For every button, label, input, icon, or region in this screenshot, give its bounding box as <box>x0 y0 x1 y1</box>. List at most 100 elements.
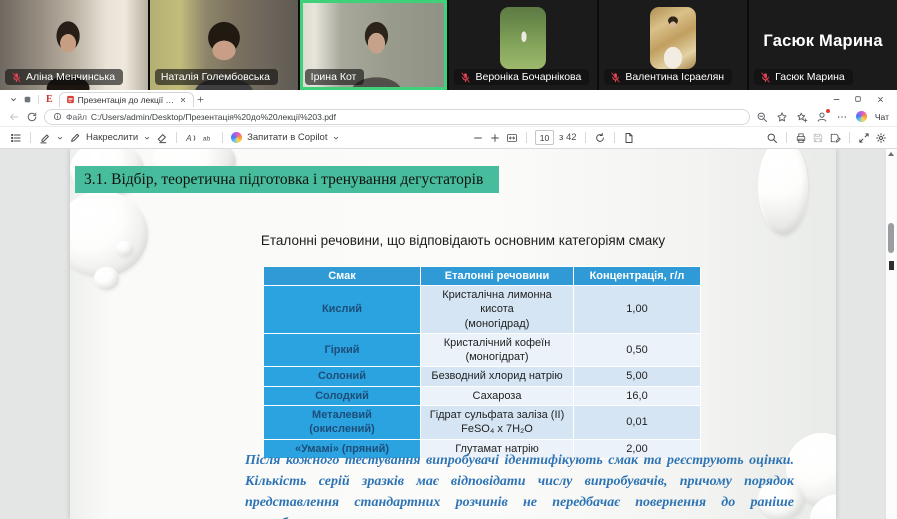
participant-name: Наталія Голембовська <box>160 71 270 83</box>
fullscreen-icon[interactable] <box>858 132 870 144</box>
person-icon <box>816 111 828 123</box>
close-icon <box>876 95 885 104</box>
table-row: Кислий Кристалічна лимонна кисота (моногі… <box>263 285 701 334</box>
page-zoom-icon[interactable] <box>756 111 768 123</box>
draw-button-label[interactable]: Накреслити <box>86 132 138 143</box>
participant-tile[interactable]: Вероніка Бочарнікова <box>449 0 598 90</box>
tab-close-icon[interactable] <box>179 96 187 104</box>
settings-menu-icon[interactable] <box>836 111 848 123</box>
read-aloud-icon[interactable]: A <box>185 132 197 144</box>
page-view-icon[interactable] <box>623 132 635 144</box>
slide-title: 3.1. Відбір, теоретична підготовка і тре… <box>75 166 499 193</box>
scrollbar-marker <box>889 261 894 270</box>
fit-width-icon[interactable] <box>506 132 518 144</box>
table-header-cell: Концентрація, г/л <box>573 266 701 286</box>
table-cell: Сахароза <box>420 385 574 407</box>
participant-name: Валентина Ісраелян <box>625 71 725 83</box>
slide-note: Після кожного тестування випробувачі іде… <box>245 453 794 519</box>
ab-text-icon[interactable]: ab <box>202 132 214 144</box>
print-icon[interactable] <box>795 132 807 144</box>
table-row: Гіркий Кристалічний кофеїн (моногідрат) 0,… <box>263 332 701 368</box>
vertical-scrollbar[interactable] <box>885 149 897 519</box>
participant-name-pill: Ірина Кот <box>304 69 365 85</box>
participant-strip: Аліна Менчинська Наталія Голембовська Ірин… <box>0 0 897 90</box>
slide-subtitle: Еталонні речовини, що відповідають основ… <box>260 233 666 248</box>
bubble-decoration <box>70 191 148 277</box>
eraser-icon[interactable] <box>156 132 168 144</box>
close-button[interactable] <box>869 92 891 106</box>
contents-menu-icon[interactable] <box>10 132 22 144</box>
copilot-chat-label[interactable]: Чат <box>875 112 889 122</box>
active-tab[interactable]: Презентація до лекції 3.pdf <box>58 91 194 107</box>
search-icon[interactable] <box>766 132 778 144</box>
toolbar-divider <box>785 132 787 143</box>
scrollbar-thumb[interactable] <box>888 223 894 253</box>
copilot-button-label[interactable]: Запитати в Copilot <box>247 132 327 143</box>
toolbar-divider <box>848 132 850 143</box>
bubble-decoration <box>94 267 119 290</box>
pinned-tab-workspace[interactable] <box>20 92 34 106</box>
favorites-list-icon[interactable] <box>796 111 808 123</box>
pdf-file-icon <box>66 95 75 104</box>
zoom-out-icon[interactable] <box>472 132 484 144</box>
document-actions-group <box>766 132 887 144</box>
participant-tile[interactable]: Аліна Менчинська <box>0 0 148 90</box>
favorite-star-icon[interactable] <box>776 111 788 123</box>
participant-avatar <box>650 7 697 69</box>
rotate-icon[interactable] <box>594 132 606 144</box>
participant-name-large: Гасюк Марина <box>763 31 883 50</box>
highlighter-icon[interactable] <box>39 132 51 144</box>
tab-actions-menu-button[interactable] <box>6 92 20 106</box>
table-cell: 16,0 <box>573 385 701 407</box>
toolbar-divider <box>30 132 31 143</box>
participant-tile[interactable]: Ірина Кот <box>299 0 448 90</box>
refresh-icon[interactable] <box>26 111 38 123</box>
save-as-icon[interactable] <box>829 132 841 144</box>
new-tab-button[interactable] <box>194 92 208 106</box>
table-cell: Безводний хлорид натрію <box>420 366 574 387</box>
address-bar-icons: Чат <box>756 108 889 123</box>
participant-name-pill: Валентина Ісраелян <box>604 69 733 85</box>
slide-page: 3.1. Відбір, теоретична підготовка і тре… <box>70 149 836 519</box>
tab-title: Презентація до лекції 3.pdf <box>77 94 176 105</box>
chevron-down-icon <box>9 95 18 104</box>
zoom-page-group: з 42 <box>472 130 635 145</box>
participant-tile[interactable]: Наталія Голембовська <box>149 0 298 90</box>
chevron-down-icon[interactable] <box>143 134 151 142</box>
maximize-button[interactable] <box>847 92 869 106</box>
copilot-icon[interactable] <box>855 111 867 122</box>
table-cell: 0,01 <box>573 405 701 440</box>
participant-tile[interactable]: Валентина Ісраелян <box>599 0 748 90</box>
participant-tile[interactable]: Гасюк Марина Гасюк Марина <box>749 0 897 90</box>
scroll-up-arrow-icon[interactable] <box>888 152 894 156</box>
zoom-in-icon[interactable] <box>489 132 501 144</box>
participant-name: Аліна Менчинська <box>26 71 116 83</box>
bubble-decoration <box>758 149 808 235</box>
table-cell: Металевий (окислений) <box>263 405 421 440</box>
back-icon[interactable] <box>8 111 20 123</box>
toolbar-divider <box>613 132 615 143</box>
address-bar: Файл C:/Users/admin/Desktop/Презентація%… <box>0 107 897 127</box>
table-cell: Гідрат сульфата заліза (II) FeSO₄ x 7H₂O <box>420 405 574 440</box>
minimize-button[interactable] <box>825 92 847 106</box>
maximize-icon <box>854 95 862 103</box>
table-cell: Кристалічний кофеїн (моногідрат) <box>420 332 574 368</box>
copilot-icon[interactable] <box>231 132 243 143</box>
page-count-label: з 42 <box>558 132 577 143</box>
profile-avatar[interactable] <box>816 108 830 123</box>
draw-pen-icon[interactable] <box>69 132 81 144</box>
address-input[interactable]: Файл C:/Users/admin/Desktop/Презентація%… <box>44 108 750 125</box>
mic-muted-icon <box>11 71 22 83</box>
toolbar-divider <box>222 132 224 143</box>
save-icon[interactable] <box>812 132 824 144</box>
participant-name: Ірина Кот <box>310 71 357 83</box>
table-header-cell: Еталонні речовини <box>420 266 574 286</box>
info-icon[interactable] <box>53 112 62 121</box>
pinned-tab-e[interactable]: E <box>43 94 56 105</box>
gear-icon[interactable] <box>875 132 887 144</box>
chevron-down-icon[interactable] <box>56 134 64 142</box>
page-number-input[interactable] <box>534 130 554 145</box>
pdf-toolbar: Накреслити A ab Запитати в Copilot з 42 <box>0 127 897 149</box>
toolbar-divider <box>176 132 178 143</box>
chevron-down-icon[interactable] <box>332 134 340 142</box>
